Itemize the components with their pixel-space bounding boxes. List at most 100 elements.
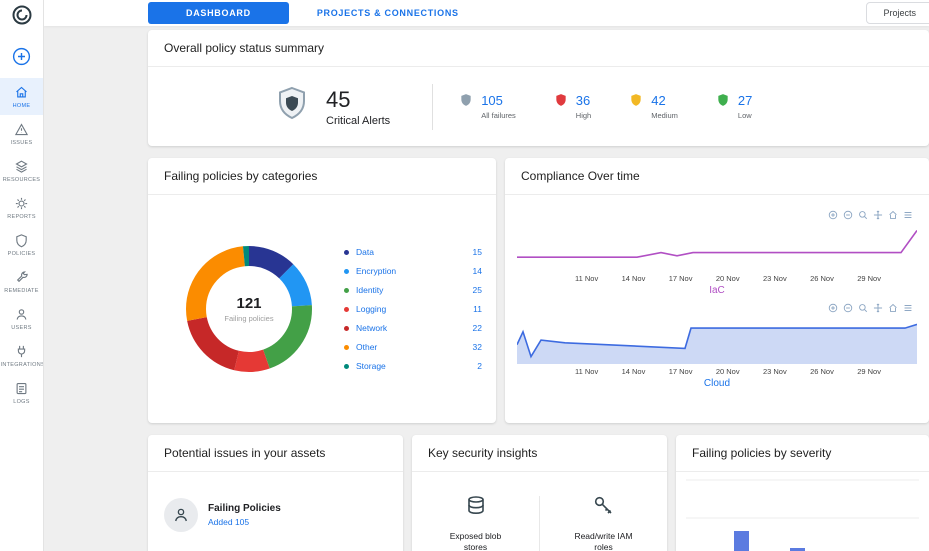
pan-icon[interactable] (873, 303, 883, 313)
home-icon[interactable] (888, 303, 898, 313)
sidebar-item-home[interactable]: HOME (0, 78, 43, 115)
x-tick: 11 Nov (575, 274, 599, 283)
legend-item[interactable]: Logging 11 (344, 300, 482, 319)
legend-item[interactable]: Data 15 (344, 243, 482, 262)
x-tick: 26 Nov (810, 367, 834, 376)
insight-label: Read/write IAM roles (574, 531, 633, 551)
legend-value: 11 (473, 304, 482, 314)
sidebar-item-issues[interactable]: ISSUES (0, 115, 43, 152)
topbar: DASHBOARD PROJECTS & CONNECTIONS Project… (44, 0, 929, 26)
legend-item[interactable]: Encryption 14 (344, 262, 482, 281)
legend-value: 25 (472, 285, 482, 295)
potential-issues-card: Potential issues in your assets Failing … (148, 435, 403, 551)
legend-label: Identity (356, 285, 384, 295)
magnifier-icon[interactable] (858, 303, 868, 313)
layers-icon (14, 159, 29, 174)
x-tick: 20 Nov (715, 367, 740, 376)
sidebar-item-reports[interactable]: REPORTS (0, 189, 43, 226)
legend-label: Other (356, 342, 378, 352)
legend-label: Logging (356, 304, 387, 314)
sidebar-item-label: LOGS (13, 399, 30, 405)
legend-label: Storage (356, 361, 386, 371)
pan-icon[interactable] (873, 210, 883, 220)
x-tick: 17 Nov (668, 274, 693, 283)
summary-body: 45 Critical Alerts 105 All failures 36 H… (148, 67, 929, 146)
menu-icon[interactable] (903, 210, 913, 220)
x-tick: 26 Nov (810, 274, 834, 283)
card-title: Potential issues in your assets (148, 435, 403, 472)
stat-value: 36 (575, 93, 591, 108)
home-icon (14, 85, 29, 100)
sidebar-item-logs[interactable]: LOGS (0, 374, 43, 411)
sidebar-item-remediate[interactable]: REMEDIATE (0, 263, 43, 300)
tab-dashboard[interactable]: DASHBOARD (148, 2, 289, 24)
x-tick: 29 Nov (857, 367, 881, 376)
key-security-insights-card: Key security insights Exposed blob store… (412, 435, 667, 551)
divider (432, 83, 434, 130)
zoom-in-icon[interactable] (828, 210, 838, 220)
legend-dot (344, 325, 349, 331)
green-shield-icon (716, 93, 730, 107)
critical-shield-icon (272, 84, 312, 129)
chart-toolbar (828, 210, 913, 220)
severity-bar-chart[interactable] (676, 472, 929, 551)
x-tick: 11 Nov (575, 367, 599, 376)
stat-label: Medium (651, 111, 678, 120)
critical-alerts-value: 45 (326, 86, 351, 112)
sidebar-item-label: REMEDIATE (4, 288, 39, 294)
menu-icon[interactable] (903, 303, 913, 313)
legend-item[interactable]: Identity 25 (344, 281, 482, 300)
legend-item[interactable]: Storage 2 (344, 357, 482, 376)
app-logo-icon (10, 3, 34, 32)
issue-list-item[interactable]: Failing Policies Added 105 (148, 472, 403, 532)
issue-subtitle-link[interactable]: Added 105 (208, 517, 281, 527)
stat-value: 27 (737, 93, 753, 108)
critical-alerts-label: Critical Alerts (326, 114, 391, 127)
shield-icon (14, 233, 29, 248)
alert-icon (14, 122, 29, 137)
cloud-compliance-chart[interactable]: 11 Nov 14 Nov 17 Nov 20 Nov 23 Nov 26 No… (517, 302, 917, 389)
projects-button[interactable]: Projects (866, 2, 929, 24)
legend-dot (344, 287, 349, 293)
document-icon (14, 381, 29, 396)
overall-policy-status-card: Overall policy status summary 45 Critica… (148, 30, 929, 146)
add-button[interactable] (11, 46, 32, 70)
stat-value: 105 (481, 93, 503, 108)
x-tick: 29 Nov (857, 274, 881, 283)
sidebar-item-users[interactable]: USERS (0, 300, 43, 337)
magnifier-icon[interactable] (858, 210, 868, 220)
stat-label: High (575, 111, 592, 120)
x-tick: 20 Nov (715, 274, 740, 283)
iac-compliance-chart[interactable]: 11 Nov 14 Nov 17 Nov 20 Nov 23 Nov 26 No… (517, 209, 917, 296)
zoom-out-icon[interactable] (843, 210, 853, 220)
series-label-iac: IaC (709, 285, 725, 296)
zoom-in-icon[interactable] (828, 303, 838, 313)
stat-medium: 42 Medium (629, 93, 678, 120)
card-title: Failing policies by categories (148, 158, 496, 195)
zoom-out-icon[interactable] (843, 303, 853, 313)
legend-item[interactable]: Other 32 (344, 338, 482, 357)
legend-label: Encryption (356, 266, 397, 276)
cloud-line-svg (517, 318, 917, 364)
sidebar-item-integrations[interactable]: INTEGRATIONS (0, 337, 43, 374)
legend-label: Network (356, 323, 388, 333)
legend-item[interactable]: Network 22 (344, 319, 482, 338)
insight-iam-roles[interactable]: Read/write IAM roles (540, 494, 667, 551)
database-icon (464, 494, 488, 523)
card-title: Overall policy status summary (148, 30, 929, 67)
sidebar-item-resources[interactable]: RESOURCES (0, 152, 43, 189)
insight-exposed-blob-stores[interactable]: Exposed blob stores (412, 494, 539, 551)
failing-policies-categories-card: Failing policies by categories 121 Faili… (148, 158, 496, 423)
legend-dot (344, 363, 349, 369)
tab-projects-connections[interactable]: PROJECTS & CONNECTIONS (317, 8, 459, 18)
legend-value: 14 (472, 266, 482, 276)
chart-toolbar (828, 303, 913, 313)
stat-high: 36 High (554, 93, 591, 120)
categories-donut-chart[interactable]: 121 Failing policies (174, 234, 324, 384)
critical-alerts-stat: 45 Critical Alerts (272, 84, 390, 129)
sidebar-item-policies[interactable]: POLICIES (0, 226, 43, 263)
sidebar-item-label: HOME (12, 103, 31, 109)
home-icon[interactable] (888, 210, 898, 220)
legend-dot (344, 306, 349, 312)
sidebar-item-label: ISSUES (10, 140, 33, 146)
